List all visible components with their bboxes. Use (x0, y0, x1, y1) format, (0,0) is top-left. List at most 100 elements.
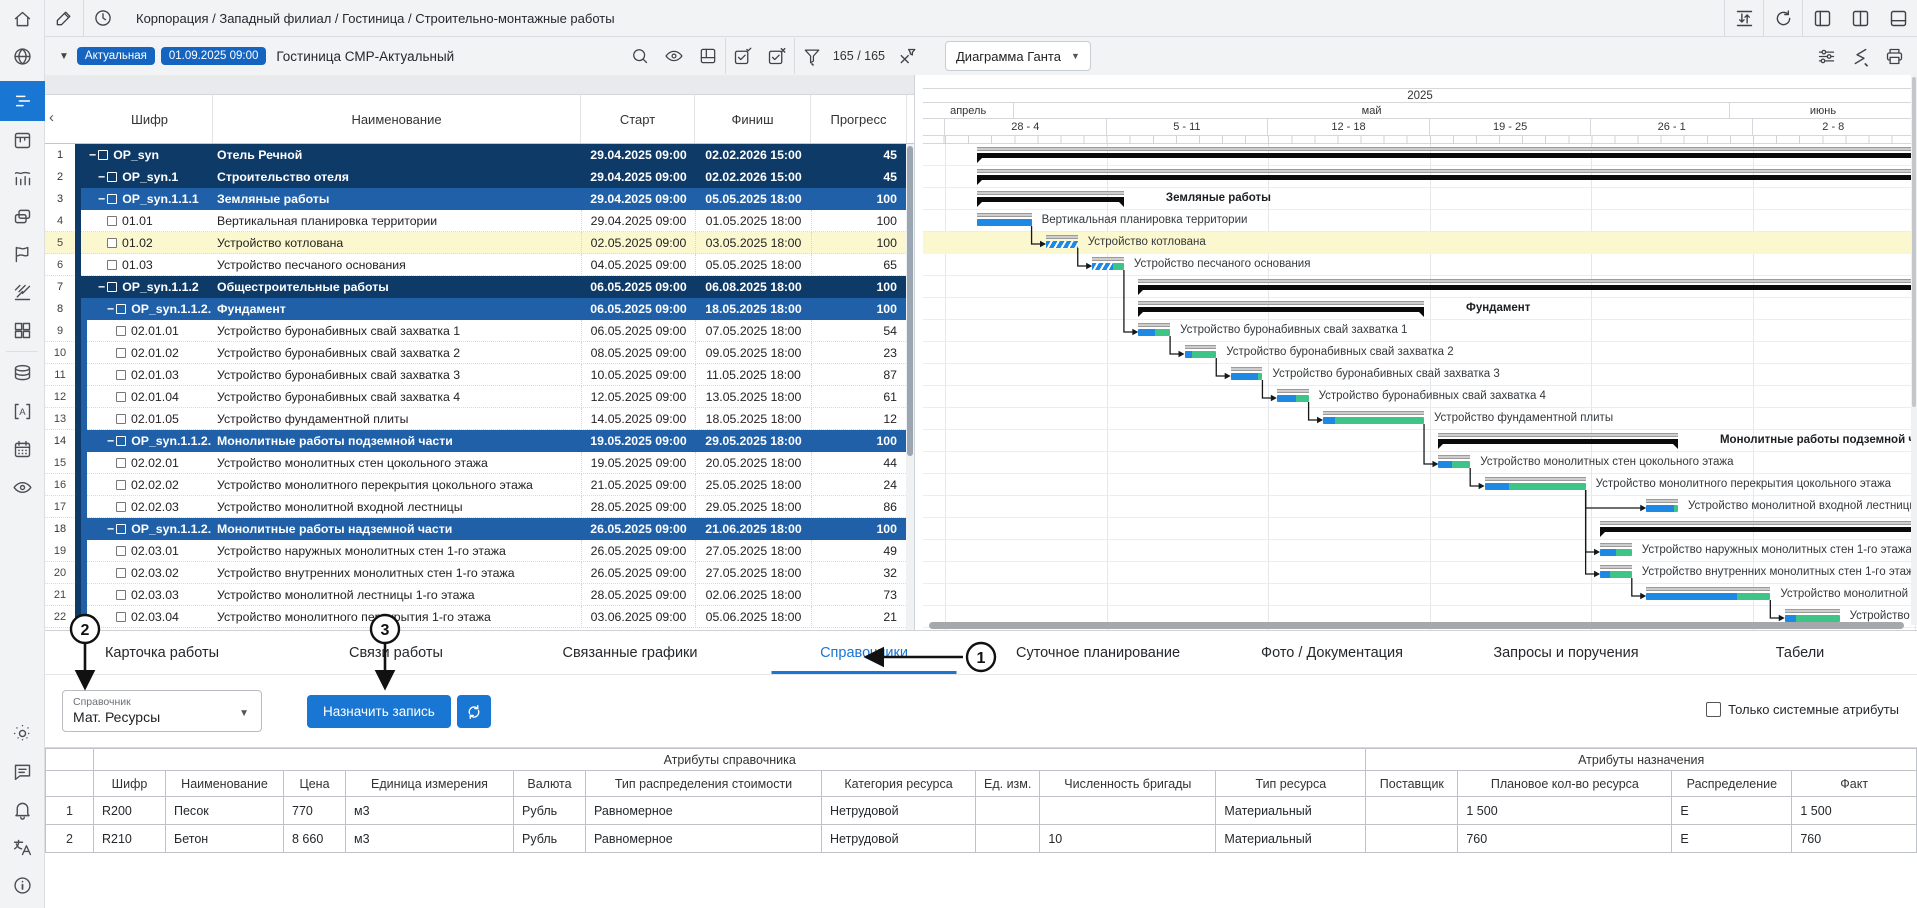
home-icon[interactable] (0, 0, 45, 38)
ref-col-header[interactable]: Наименование (166, 771, 284, 797)
print-icon[interactable] (1877, 38, 1911, 74)
table-row[interactable]: 1702.02.03Устройство монолитной входной … (45, 496, 914, 518)
row-checkbox[interactable] (116, 414, 126, 424)
summary-bar[interactable] (1438, 439, 1678, 444)
check-all-icon[interactable] (726, 38, 760, 74)
row-checkbox[interactable] (116, 458, 126, 468)
table-row[interactable]: 3−OP_syn.1.1.1Земляные работы29.04.2025 … (45, 188, 914, 210)
task-bar[interactable] (1092, 263, 1124, 270)
link-lines-icon[interactable] (1843, 38, 1877, 74)
attribute-brackets-icon[interactable]: A (0, 392, 45, 430)
row-checkbox[interactable] (116, 568, 126, 578)
flag-icon[interactable] (0, 235, 45, 273)
tab-связи-работы[interactable]: Связи работы (279, 631, 513, 674)
ref-col-header[interactable]: Единица измерения (346, 771, 514, 797)
table-row[interactable]: 1902.03.01Устройство наружных монолитных… (45, 540, 914, 562)
tab-связанные-графики[interactable]: Связанные графики (513, 631, 747, 674)
ref-col-header[interactable]: Плановое кол-во ресурса (1458, 771, 1672, 797)
row-checkbox[interactable] (116, 304, 126, 314)
row-checkbox[interactable] (116, 348, 126, 358)
tab-карточка-работы[interactable]: Карточка работы (45, 631, 279, 674)
layout-left-pane-icon[interactable] (1803, 0, 1841, 37)
hatching-icon[interactable] (0, 273, 45, 311)
row-checkbox[interactable] (107, 194, 117, 204)
row-checkbox[interactable] (107, 238, 117, 248)
summary-bar[interactable] (1138, 307, 1424, 312)
task-bar[interactable] (1646, 593, 1770, 600)
task-bar[interactable] (1646, 505, 1678, 512)
row-checkbox[interactable] (116, 436, 126, 446)
kanban-icon[interactable] (0, 121, 45, 159)
col-header-name[interactable]: Наименование (213, 95, 581, 143)
task-bar[interactable] (1277, 395, 1309, 402)
table-row[interactable]: 18−OP_syn.1.1.2.Монолитные работы надзем… (45, 518, 914, 540)
brightness-icon[interactable] (0, 714, 45, 752)
database-icon[interactable] (0, 354, 45, 392)
col-header-progress[interactable]: Прогресс (811, 95, 907, 143)
reference-select[interactable]: Справочник Мат. Ресурсы ▼ (62, 690, 262, 732)
row-checkbox[interactable] (116, 392, 126, 402)
panel-dropdown-caret[interactable]: ▼ (59, 51, 69, 62)
table-row[interactable]: 2−OP_syn.1Строительство отеля29.04.2025 … (45, 166, 914, 188)
ref-col-header[interactable]: Распределение (1672, 771, 1792, 797)
globe-icon[interactable] (0, 38, 45, 74)
tab-табели[interactable]: Табели (1683, 631, 1917, 674)
table-row[interactable]: 401.01Вертикальная планировка территории… (45, 210, 914, 232)
calendar-icon[interactable] (0, 430, 45, 468)
table-row[interactable]: 501.02Устройство котлована02.05.2025 09:… (45, 232, 914, 254)
view-select[interactable]: Диаграмма Ганта ▼ (945, 41, 1091, 71)
table-row[interactable]: 1302.01.05Устройство фундаментной плиты1… (45, 408, 914, 430)
uncheck-all-icon[interactable] (760, 38, 794, 74)
ref-table-row[interactable]: 2R210Бетон8 660м3РубльРавномерноеНетрудо… (46, 825, 1917, 853)
task-bar[interactable] (1138, 329, 1170, 336)
eye-icon[interactable] (0, 468, 45, 506)
comment-icon[interactable] (0, 752, 45, 790)
chart-histogram-icon[interactable] (0, 159, 45, 197)
table-row[interactable]: 1002.01.02Устройство буронабивных свай з… (45, 342, 914, 364)
task-bar[interactable] (1231, 373, 1263, 380)
table-row[interactable]: 902.01.01Устройство буронабивных свай за… (45, 320, 914, 342)
refresh-icon[interactable] (1764, 0, 1802, 37)
summary-bar[interactable] (977, 153, 1917, 158)
row-checkbox[interactable] (116, 480, 126, 490)
task-bar[interactable] (1785, 615, 1840, 622)
row-checkbox[interactable] (116, 546, 126, 556)
translate-icon[interactable] (0, 828, 45, 866)
summary-bar[interactable] (1600, 527, 1917, 532)
ref-col-header[interactable]: Валюта (514, 771, 586, 797)
col-header-finish[interactable]: Финиш (695, 95, 811, 143)
history-clock-icon[interactable] (84, 0, 122, 37)
gantt-vertical-scrollbar[interactable] (1911, 75, 1917, 625)
task-bar[interactable] (1323, 417, 1424, 424)
layout-split-vertical-icon[interactable] (1841, 0, 1879, 37)
filter-icon[interactable] (795, 38, 829, 74)
task-bar[interactable] (1600, 571, 1632, 578)
sync-arrows-icon[interactable] (1725, 0, 1763, 37)
tab-суточное-планирование[interactable]: Суточное планирование (981, 631, 1215, 674)
task-bar[interactable] (1046, 241, 1078, 248)
row-checkbox[interactable] (116, 370, 126, 380)
ref-col-header[interactable]: Ед. изм. (976, 771, 1040, 797)
gantt-horizontal-scrollbar[interactable] (929, 622, 1904, 629)
ref-col-header[interactable]: Поставщик (1366, 771, 1458, 797)
gantt-chart[interactable]: Земляные работыВертикальная планировка т… (923, 144, 1917, 630)
table-row[interactable]: 1202.01.04Устройство буронабивных свай з… (45, 386, 914, 408)
assign-record-button[interactable]: Назначить запись (307, 695, 451, 728)
summary-bar[interactable] (1138, 285, 1917, 290)
edit-pencil-icon[interactable] (45, 0, 83, 37)
ref-col-header[interactable]: Категория ресурса (822, 771, 976, 797)
table-row[interactable]: 7−OP_syn.1.1.2Общестроительные работы06.… (45, 276, 914, 298)
bell-icon[interactable] (0, 790, 45, 828)
info-icon[interactable] (0, 866, 45, 904)
columns-panel-icon[interactable] (691, 38, 725, 74)
grid-icon[interactable] (0, 311, 45, 349)
system-attributes-checkbox[interactable]: Только системные атрибуты (1706, 702, 1899, 717)
task-bar[interactable] (1600, 549, 1632, 556)
ref-col-header[interactable]: Тип ресурса (1216, 771, 1366, 797)
row-checkbox[interactable] (116, 524, 126, 534)
task-bar[interactable] (1438, 461, 1470, 468)
table-row[interactable]: 1102.01.03Устройство буронабивных свай з… (45, 364, 914, 386)
table-row[interactable]: 2202.03.04Устройство монолитного перекры… (45, 606, 914, 628)
ref-col-header[interactable]: Цена (284, 771, 346, 797)
table-row[interactable]: 1−OP_synОтель Речной29.04.2025 09:0002.0… (45, 144, 914, 166)
